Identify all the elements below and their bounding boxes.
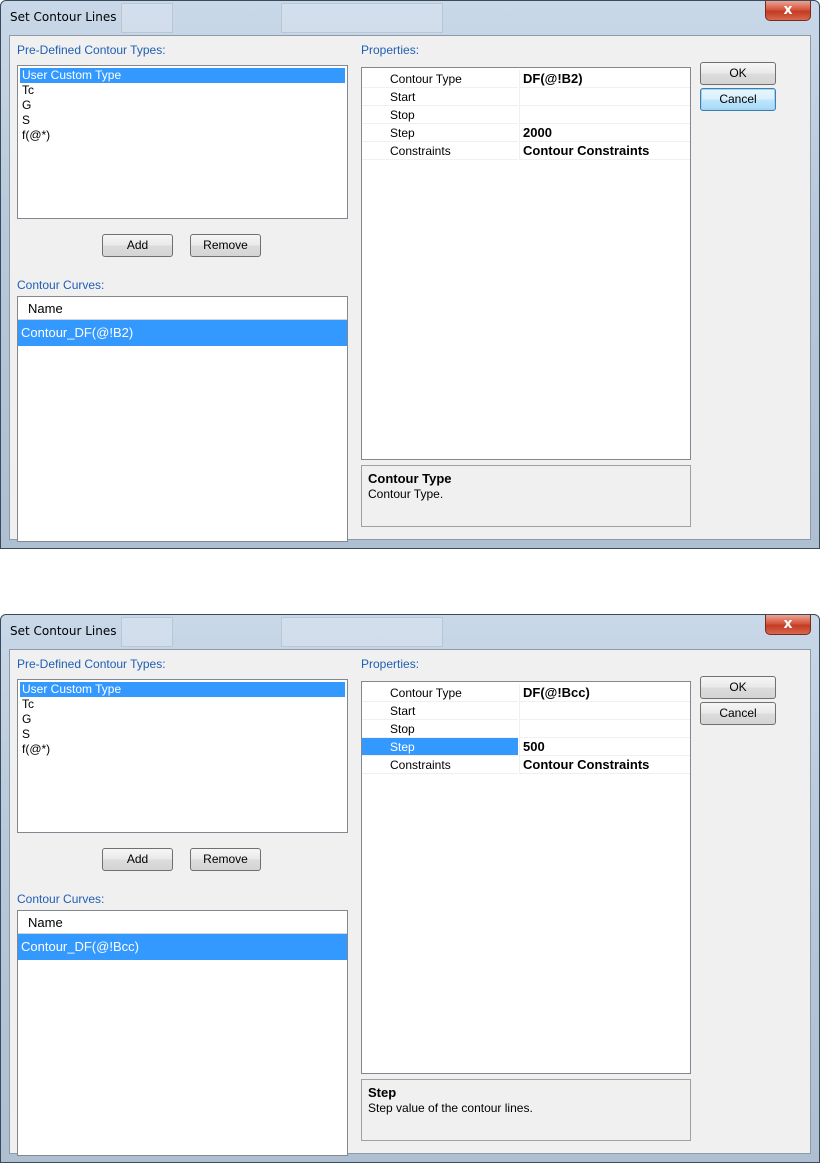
curve-name: Contour_DF(@!B2) <box>21 325 134 340</box>
property-name[interactable]: Constraints <box>362 756 518 774</box>
property-grid[interactable]: Contour Type DF(@!B2) Start Stop Step 2000 Con… <box>361 67 691 460</box>
property-name[interactable]: Stop <box>362 720 518 738</box>
curves-column-header[interactable]: Name <box>18 297 347 320</box>
property-value[interactable]: DF(@!B2) <box>519 70 690 88</box>
contour-type-item[interactable]: f(@*) <box>20 128 345 143</box>
remove-button[interactable]: Remove <box>190 848 261 871</box>
property-value[interactable]: 500 <box>519 738 690 756</box>
property-row[interactable]: Stop <box>362 720 690 738</box>
close-button[interactable]: x <box>765 1 811 21</box>
contour-type-item[interactable]: Tc <box>20 83 345 98</box>
property-value[interactable]: Contour Constraints <box>519 142 690 160</box>
description-text: Step value of the contour lines. <box>368 1101 533 1115</box>
property-description-panel: Contour Type Contour Type. <box>361 465 691 527</box>
predefined-types-label: Pre-Defined Contour Types: <box>17 657 166 671</box>
property-description-panel: Step Step value of the contour lines. <box>361 1079 691 1141</box>
predefined-types-list[interactable]: User Custom Type Tc G Sf(@*) <box>17 65 348 219</box>
ok-button[interactable]: OK <box>700 676 776 699</box>
name-column-label: Name <box>28 915 63 930</box>
property-name[interactable]: Constraints <box>362 142 518 160</box>
background-window-ghost <box>281 617 443 647</box>
add-button[interactable]: Add <box>102 234 173 257</box>
cancel-button[interactable]: Cancel <box>700 702 776 725</box>
title-bar[interactable]: Set Contour Lines x <box>1 1 819 35</box>
contour-type-item[interactable]: Tc <box>20 697 345 712</box>
property-name[interactable]: Contour Type <box>362 70 518 88</box>
curve-name: Contour_DF(@!Bcc) <box>21 939 139 954</box>
ok-button[interactable]: OK <box>700 62 776 85</box>
background-window-ghost <box>121 617 173 647</box>
background-window-ghost <box>281 3 443 33</box>
contour-type-item[interactable]: G <box>20 712 345 727</box>
property-name[interactable]: Start <box>362 702 518 720</box>
window-title: Set Contour Lines <box>10 624 117 638</box>
contour-type-item[interactable]: User Custom Type <box>20 68 345 83</box>
close-button[interactable]: x <box>765 615 811 635</box>
property-name[interactable]: Step <box>362 738 518 756</box>
property-row[interactable]: Start <box>362 702 690 720</box>
property-value[interactable]: DF(@!Bcc) <box>519 684 690 702</box>
contour-type-item[interactable]: S <box>20 113 345 128</box>
description-text: Contour Type. <box>368 487 444 501</box>
curve-row[interactable]: Contour_DF(@!B2) <box>18 320 347 346</box>
property-name[interactable]: Step <box>362 124 518 142</box>
name-column-label: Name <box>28 301 63 316</box>
cancel-button[interactable]: Cancel <box>700 88 776 111</box>
predefined-types-list[interactable]: User Custom Type Tc G Sf(@*) <box>17 679 348 833</box>
property-value[interactable] <box>519 88 690 106</box>
set-contour-lines-dialog: Set Contour Lines x Pre-Defined Contour … <box>0 614 820 1163</box>
contour-curves-list[interactable]: Name Contour_DF(@!Bcc) <box>17 910 348 1156</box>
description-title: Step <box>368 1085 397 1100</box>
property-name[interactable]: Contour Type <box>362 684 518 702</box>
property-value[interactable]: Contour Constraints <box>519 756 690 774</box>
property-row[interactable]: Contour Type DF(@!B2) <box>362 70 690 88</box>
background-window-ghost <box>121 3 173 33</box>
title-bar[interactable]: Set Contour Lines x <box>1 615 819 649</box>
property-row[interactable]: Constraints Contour Constraints <box>362 756 690 774</box>
add-button[interactable]: Add <box>102 848 173 871</box>
property-row[interactable]: Start <box>362 88 690 106</box>
property-name[interactable]: Start <box>362 88 518 106</box>
remove-button[interactable]: Remove <box>190 234 261 257</box>
property-row[interactable]: Constraints Contour Constraints <box>362 142 690 160</box>
contour-curves-label: Contour Curves: <box>17 278 105 292</box>
property-grid[interactable]: Contour Type DF(@!Bcc) Start Stop Step 500 Con… <box>361 681 691 1074</box>
contour-curves-list[interactable]: Name Contour_DF(@!B2) <box>17 296 348 542</box>
property-row[interactable]: Step 2000 <box>362 124 690 142</box>
set-contour-lines-dialog: Set Contour Lines x Pre-Defined Contour … <box>0 0 820 549</box>
curves-column-header[interactable]: Name <box>18 911 347 934</box>
window-title: Set Contour Lines <box>10 10 117 24</box>
predefined-types-label: Pre-Defined Contour Types: <box>17 43 166 57</box>
contour-type-item[interactable]: User Custom Type <box>20 682 345 697</box>
property-value[interactable] <box>519 106 690 124</box>
property-row[interactable]: Contour Type DF(@!Bcc) <box>362 684 690 702</box>
property-value[interactable] <box>519 702 690 720</box>
curve-row[interactable]: Contour_DF(@!Bcc) <box>18 934 347 960</box>
description-title: Contour Type <box>368 471 452 486</box>
property-value[interactable]: 2000 <box>519 124 690 142</box>
properties-label: Properties: <box>361 43 420 57</box>
dialog-client-area: Pre-Defined Contour Types: User Custom T… <box>9 649 811 1156</box>
contour-type-item[interactable]: S <box>20 727 345 742</box>
property-value[interactable] <box>519 720 690 738</box>
contour-type-item[interactable]: G <box>20 98 345 113</box>
dialog-client-area: Pre-Defined Contour Types: User Custom T… <box>9 35 811 542</box>
property-row[interactable]: Stop <box>362 106 690 124</box>
property-row[interactable]: Step 500 <box>362 738 690 756</box>
property-name[interactable]: Stop <box>362 106 518 124</box>
contour-curves-label: Contour Curves: <box>17 892 105 906</box>
contour-type-item[interactable]: f(@*) <box>20 742 345 757</box>
properties-label: Properties: <box>361 657 420 671</box>
